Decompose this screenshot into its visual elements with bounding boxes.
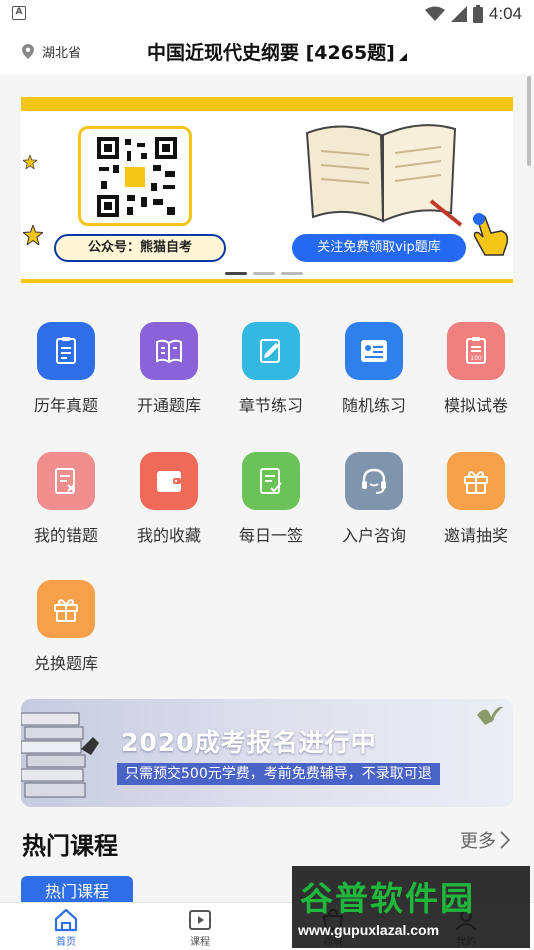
location-selector[interactable]: 湖北省 — [22, 42, 81, 61]
grid-item-label: 章节练习 — [238, 396, 303, 415]
subject-selector[interactable]: 中国近现代史纲要 [4265题] — [147, 38, 407, 65]
battery-icon — [472, 5, 483, 23]
banner-wechat-label[interactable]: 公众号：熊猫自考 — [54, 234, 226, 262]
video-play-icon — [160, 907, 240, 933]
grid-item[interactable]: 随机练习 — [324, 322, 424, 416]
banner-follow-button[interactable]: 关注免费领取vip题库 — [292, 234, 466, 262]
svg-text:100: 100 — [470, 355, 482, 362]
exam-paper-icon — [37, 322, 95, 380]
ad-title: 2020成考报名进行中 — [121, 728, 377, 757]
banner-pagination — [225, 272, 303, 275]
edit-note-icon — [242, 322, 300, 380]
open-book-illustration — [305, 124, 463, 227]
promo-banner[interactable]: 公众号：熊猫自考 关注免费领取vip题库 — [21, 97, 513, 283]
dropdown-triangle-icon — [398, 52, 407, 61]
qr-code-frame — [78, 126, 192, 226]
watermark-overlay: 谷普软件园 www.gupuxlazal.com — [292, 866, 530, 948]
status-icons: 4:04 — [424, 4, 522, 24]
status-time: 4:04 — [488, 4, 522, 23]
pagination-dot — [281, 272, 303, 275]
grid-item-label: 模拟试卷 — [443, 396, 508, 415]
grid-item-label: 每日一签 — [238, 526, 303, 545]
grid-item[interactable]: 章节练习 — [221, 322, 321, 416]
grid-item[interactable]: 邀请抽奖 — [426, 452, 526, 546]
open-book-icon — [140, 322, 198, 380]
book-stack-illustration — [21, 712, 99, 798]
nav-label: 课程 — [190, 937, 210, 948]
gift-icon — [447, 452, 505, 510]
nav-label: 首页 — [56, 937, 76, 948]
gift-icon — [37, 580, 95, 638]
more-label: 更多 — [460, 831, 496, 852]
nav-item-1[interactable]: 课程 — [160, 907, 240, 948]
star-icon — [23, 225, 43, 245]
grid-item[interactable]: 每日一签 — [221, 452, 321, 546]
more-link[interactable]: 更多 — [460, 827, 510, 853]
wifi-icon — [424, 6, 445, 21]
watermark-title: 谷普软件园 — [300, 879, 475, 918]
home-icon — [26, 907, 106, 933]
status-bar: A 4:04 — [0, 0, 534, 28]
grid-item[interactable]: 历年真题 — [16, 322, 116, 416]
hot-courses-title: 热门课程 — [22, 832, 118, 860]
pointing-hand-icon — [473, 213, 509, 256]
grid-item-label: 开通题库 — [136, 396, 201, 415]
enrollment-ad-banner[interactable]: 2020成考报名进行中 只需预交500元学费，考前免费辅导，不录取可退 — [21, 699, 513, 807]
banner-top-strip — [21, 101, 513, 111]
watermark-url: www.gupuxlazal.com — [298, 922, 440, 938]
grid-item-label: 随机练习 — [341, 396, 406, 415]
grid-item[interactable]: 开通题库 — [119, 322, 219, 416]
star-icon — [23, 155, 37, 169]
grid-item[interactable]: 兑换题库 — [16, 580, 116, 674]
pagination-dot — [253, 272, 275, 275]
wallet-icon — [140, 452, 198, 510]
scrollbar[interactable] — [527, 76, 531, 166]
bird-illustration — [477, 706, 503, 725]
id-card-icon — [345, 322, 403, 380]
headset-icon — [345, 452, 403, 510]
top-header: 湖北省 中国近现代史纲要 [4265题] — [0, 28, 534, 74]
chevron-right-icon — [500, 831, 510, 849]
location-pin-icon — [22, 44, 34, 59]
grid-item[interactable]: 100 模拟试卷 — [426, 322, 526, 416]
grid-item-label: 邀请抽奖 — [443, 526, 508, 545]
nav-item-0[interactable]: 首页 — [26, 907, 106, 948]
wrong-answer-icon — [37, 452, 95, 510]
ad-subtitle: 只需预交500元学费，考前免费辅导，不录取可退 — [117, 763, 440, 785]
pagination-dot — [225, 272, 247, 275]
grid-item-label: 我的收藏 — [136, 526, 201, 545]
checkin-icon — [242, 452, 300, 510]
page-title: 中国近现代史纲要 [4265题] — [147, 42, 395, 64]
grid-item-label: 兑换题库 — [33, 654, 98, 673]
signal-icon — [450, 6, 467, 22]
score-sheet-icon: 100 — [447, 322, 505, 380]
grid-item-label: 历年真题 — [33, 396, 98, 415]
location-label: 湖北省 — [42, 46, 82, 61]
qr-code-icon — [97, 137, 177, 217]
grid-item-label: 我的错题 — [33, 526, 98, 545]
grid-item[interactable]: 入户咨询 — [324, 452, 424, 546]
grid-item[interactable]: 我的收藏 — [119, 452, 219, 546]
notification-app-icon: A — [12, 6, 26, 20]
grid-item[interactable]: 我的错题 — [16, 452, 116, 546]
grid-item-label: 入户咨询 — [341, 526, 406, 545]
